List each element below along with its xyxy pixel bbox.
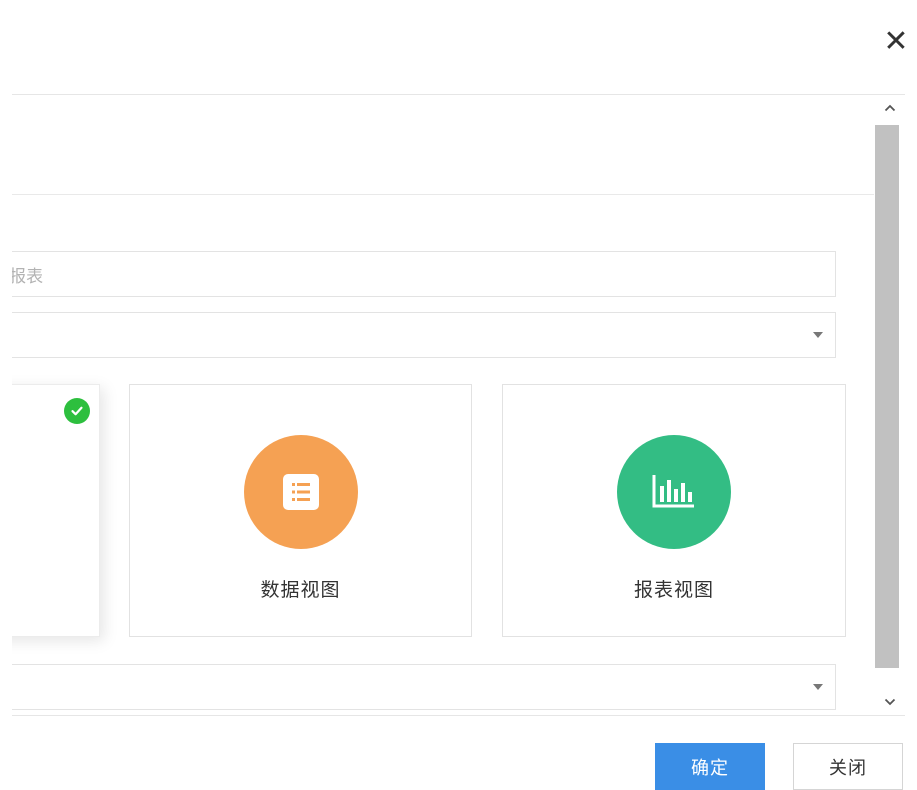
section-divider	[12, 194, 874, 195]
chevron-down-icon	[813, 684, 823, 690]
chevron-down-icon	[813, 332, 823, 338]
bar-chart-icon	[617, 435, 731, 549]
vertical-scrollbar[interactable]	[875, 95, 905, 715]
close-button[interactable]: 关闭	[793, 743, 903, 790]
check-circle-icon	[64, 398, 90, 424]
dialog-close-icon[interactable]: ✕	[876, 22, 916, 62]
view-card-report-label: 报表视图	[633, 579, 714, 601]
view-card-selected[interactable]	[12, 384, 100, 637]
scrollbar-thumb[interactable]	[875, 125, 899, 668]
view-card-report[interactable]: 报表视图	[502, 384, 846, 637]
view-card-data-label: 数据视图	[260, 579, 341, 601]
scroll-up-icon[interactable]	[875, 95, 905, 121]
dialog-body: -报表	[12, 94, 905, 716]
dialog-content: -报表	[12, 95, 874, 715]
view-card-data[interactable]: 数据视图	[129, 384, 472, 637]
scroll-down-icon[interactable]	[875, 689, 905, 715]
list-document-icon	[243, 435, 358, 549]
second-select[interactable]	[12, 664, 836, 710]
type-select[interactable]	[12, 312, 836, 358]
report-name-input[interactable]: -报表	[12, 251, 836, 297]
confirm-button[interactable]: 确定	[655, 743, 765, 790]
